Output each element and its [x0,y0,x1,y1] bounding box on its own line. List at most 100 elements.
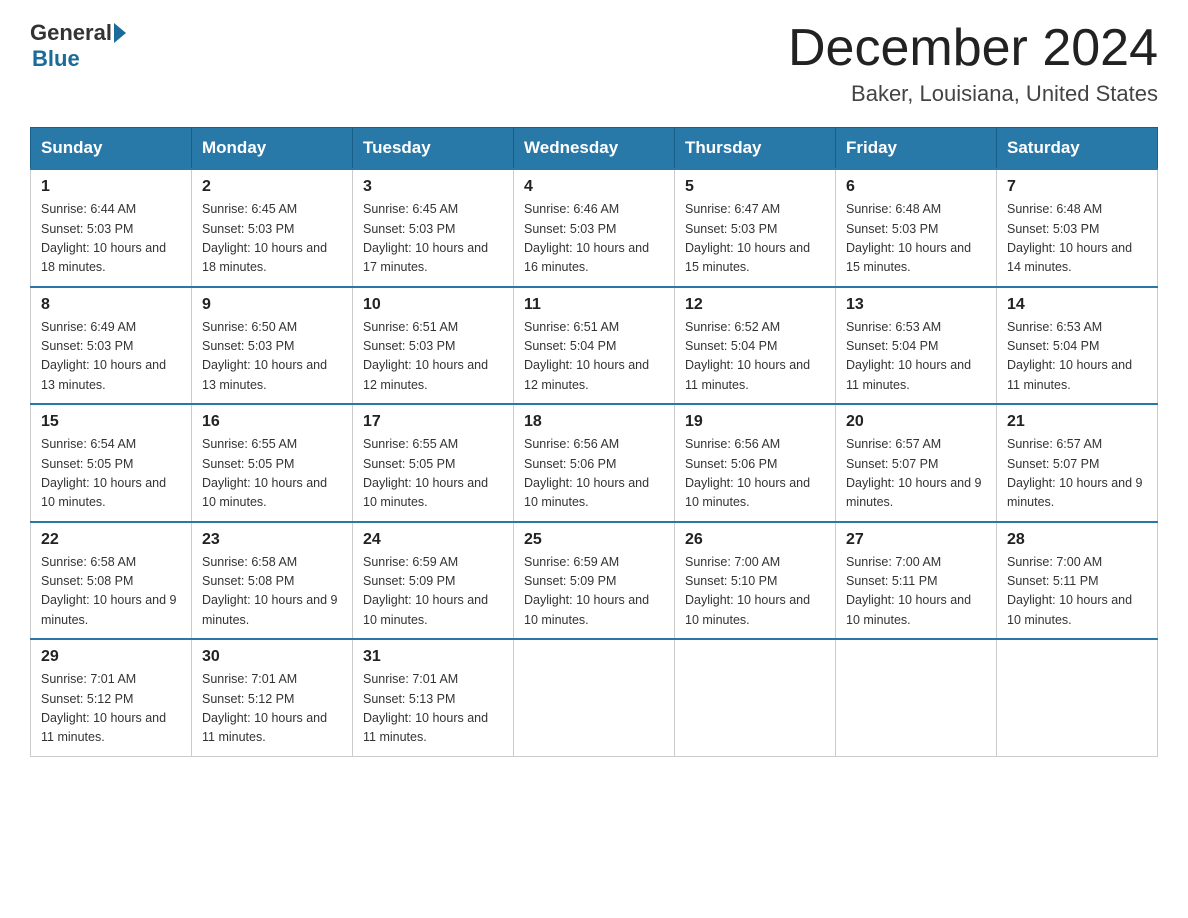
day-info: Sunrise: 6:54 AM Sunset: 5:05 PM Dayligh… [41,435,181,513]
day-info: Sunrise: 6:53 AM Sunset: 5:04 PM Dayligh… [1007,318,1147,396]
calendar-week-row: 1 Sunrise: 6:44 AM Sunset: 5:03 PM Dayli… [31,169,1158,287]
calendar-header-saturday: Saturday [997,128,1158,170]
logo: General Blue [30,20,128,72]
day-number: 26 [685,531,825,549]
day-number: 30 [202,648,342,666]
calendar-week-row: 8 Sunrise: 6:49 AM Sunset: 5:03 PM Dayli… [31,287,1158,405]
day-number: 9 [202,296,342,314]
day-info: Sunrise: 6:59 AM Sunset: 5:09 PM Dayligh… [363,553,503,631]
calendar-week-row: 29 Sunrise: 7:01 AM Sunset: 5:12 PM Dayl… [31,639,1158,756]
day-info: Sunrise: 6:56 AM Sunset: 5:06 PM Dayligh… [685,435,825,513]
day-number: 15 [41,413,181,431]
logo-general-text: General [30,20,112,46]
day-info: Sunrise: 6:52 AM Sunset: 5:04 PM Dayligh… [685,318,825,396]
calendar-day-cell: 14 Sunrise: 6:53 AM Sunset: 5:04 PM Dayl… [997,287,1158,405]
calendar-header-friday: Friday [836,128,997,170]
day-number: 11 [524,296,664,314]
day-number: 8 [41,296,181,314]
calendar-day-cell: 21 Sunrise: 6:57 AM Sunset: 5:07 PM Dayl… [997,404,1158,522]
calendar-header-row: SundayMondayTuesdayWednesdayThursdayFrid… [31,128,1158,170]
page-header: General Blue December 2024 Baker, Louisi… [30,20,1158,107]
month-title: December 2024 [788,20,1158,77]
day-info: Sunrise: 7:00 AM Sunset: 5:11 PM Dayligh… [1007,553,1147,631]
day-info: Sunrise: 6:53 AM Sunset: 5:04 PM Dayligh… [846,318,986,396]
calendar-day-cell [675,639,836,756]
day-number: 2 [202,178,342,196]
calendar-day-cell: 13 Sunrise: 6:53 AM Sunset: 5:04 PM Dayl… [836,287,997,405]
day-number: 24 [363,531,503,549]
title-section: December 2024 Baker, Louisiana, United S… [788,20,1158,107]
calendar-day-cell: 11 Sunrise: 6:51 AM Sunset: 5:04 PM Dayl… [514,287,675,405]
day-info: Sunrise: 6:47 AM Sunset: 5:03 PM Dayligh… [685,200,825,278]
day-number: 5 [685,178,825,196]
day-info: Sunrise: 6:45 AM Sunset: 5:03 PM Dayligh… [202,200,342,278]
day-info: Sunrise: 6:59 AM Sunset: 5:09 PM Dayligh… [524,553,664,631]
day-info: Sunrise: 6:51 AM Sunset: 5:04 PM Dayligh… [524,318,664,396]
day-info: Sunrise: 6:58 AM Sunset: 5:08 PM Dayligh… [41,553,181,631]
day-number: 16 [202,413,342,431]
day-info: Sunrise: 6:50 AM Sunset: 5:03 PM Dayligh… [202,318,342,396]
calendar-day-cell: 4 Sunrise: 6:46 AM Sunset: 5:03 PM Dayli… [514,169,675,287]
calendar-day-cell: 18 Sunrise: 6:56 AM Sunset: 5:06 PM Dayl… [514,404,675,522]
day-info: Sunrise: 6:44 AM Sunset: 5:03 PM Dayligh… [41,200,181,278]
day-info: Sunrise: 6:48 AM Sunset: 5:03 PM Dayligh… [1007,200,1147,278]
day-number: 19 [685,413,825,431]
day-number: 3 [363,178,503,196]
calendar-day-cell: 15 Sunrise: 6:54 AM Sunset: 5:05 PM Dayl… [31,404,192,522]
day-number: 23 [202,531,342,549]
calendar-day-cell: 27 Sunrise: 7:00 AM Sunset: 5:11 PM Dayl… [836,522,997,640]
day-number: 25 [524,531,664,549]
day-info: Sunrise: 6:55 AM Sunset: 5:05 PM Dayligh… [202,435,342,513]
day-number: 13 [846,296,986,314]
day-number: 18 [524,413,664,431]
calendar-header-tuesday: Tuesday [353,128,514,170]
calendar-day-cell: 28 Sunrise: 7:00 AM Sunset: 5:11 PM Dayl… [997,522,1158,640]
day-info: Sunrise: 7:00 AM Sunset: 5:11 PM Dayligh… [846,553,986,631]
calendar-day-cell: 24 Sunrise: 6:59 AM Sunset: 5:09 PM Dayl… [353,522,514,640]
calendar-day-cell: 9 Sunrise: 6:50 AM Sunset: 5:03 PM Dayli… [192,287,353,405]
day-info: Sunrise: 6:45 AM Sunset: 5:03 PM Dayligh… [363,200,503,278]
calendar-day-cell: 26 Sunrise: 7:00 AM Sunset: 5:10 PM Dayl… [675,522,836,640]
calendar-day-cell [836,639,997,756]
day-number: 6 [846,178,986,196]
day-info: Sunrise: 7:01 AM Sunset: 5:12 PM Dayligh… [41,670,181,748]
calendar-day-cell: 7 Sunrise: 6:48 AM Sunset: 5:03 PM Dayli… [997,169,1158,287]
calendar-header-monday: Monday [192,128,353,170]
calendar-header-sunday: Sunday [31,128,192,170]
calendar-week-row: 22 Sunrise: 6:58 AM Sunset: 5:08 PM Dayl… [31,522,1158,640]
calendar-day-cell: 20 Sunrise: 6:57 AM Sunset: 5:07 PM Dayl… [836,404,997,522]
day-info: Sunrise: 6:49 AM Sunset: 5:03 PM Dayligh… [41,318,181,396]
day-number: 29 [41,648,181,666]
logo-blue-text: Blue [32,46,80,72]
day-info: Sunrise: 6:57 AM Sunset: 5:07 PM Dayligh… [846,435,986,513]
calendar-day-cell: 5 Sunrise: 6:47 AM Sunset: 5:03 PM Dayli… [675,169,836,287]
day-number: 14 [1007,296,1147,314]
calendar-day-cell: 8 Sunrise: 6:49 AM Sunset: 5:03 PM Dayli… [31,287,192,405]
day-number: 10 [363,296,503,314]
calendar-day-cell: 23 Sunrise: 6:58 AM Sunset: 5:08 PM Dayl… [192,522,353,640]
calendar-day-cell [997,639,1158,756]
day-info: Sunrise: 6:57 AM Sunset: 5:07 PM Dayligh… [1007,435,1147,513]
day-number: 12 [685,296,825,314]
calendar-day-cell: 31 Sunrise: 7:01 AM Sunset: 5:13 PM Dayl… [353,639,514,756]
day-number: 22 [41,531,181,549]
calendar-day-cell: 12 Sunrise: 6:52 AM Sunset: 5:04 PM Dayl… [675,287,836,405]
day-number: 4 [524,178,664,196]
calendar-day-cell: 3 Sunrise: 6:45 AM Sunset: 5:03 PM Dayli… [353,169,514,287]
day-info: Sunrise: 7:01 AM Sunset: 5:12 PM Dayligh… [202,670,342,748]
day-number: 1 [41,178,181,196]
logo-arrow-icon [114,23,126,43]
calendar-header-thursday: Thursday [675,128,836,170]
calendar-day-cell [514,639,675,756]
day-number: 31 [363,648,503,666]
day-number: 21 [1007,413,1147,431]
calendar-day-cell: 29 Sunrise: 7:01 AM Sunset: 5:12 PM Dayl… [31,639,192,756]
day-number: 7 [1007,178,1147,196]
day-info: Sunrise: 6:46 AM Sunset: 5:03 PM Dayligh… [524,200,664,278]
calendar-day-cell: 17 Sunrise: 6:55 AM Sunset: 5:05 PM Dayl… [353,404,514,522]
calendar-day-cell: 10 Sunrise: 6:51 AM Sunset: 5:03 PM Dayl… [353,287,514,405]
calendar-day-cell: 16 Sunrise: 6:55 AM Sunset: 5:05 PM Dayl… [192,404,353,522]
calendar-header-wednesday: Wednesday [514,128,675,170]
day-info: Sunrise: 7:00 AM Sunset: 5:10 PM Dayligh… [685,553,825,631]
day-info: Sunrise: 6:51 AM Sunset: 5:03 PM Dayligh… [363,318,503,396]
